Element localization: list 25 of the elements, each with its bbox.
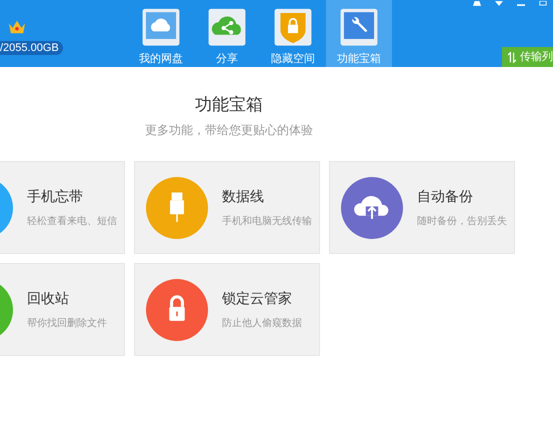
transfer-arrows-icon [508, 52, 516, 62]
tool-card[interactable]: 锁定云管家 防止他人偷窥数据 [134, 263, 320, 356]
padlock-icon [146, 278, 208, 340]
tool-description: 随时备份，告别丢失 [417, 214, 507, 229]
maximize-icon[interactable] [539, 1, 547, 6]
tool-description: 防止他人偷窥数据 [222, 316, 302, 331]
storage-usage: /2055.00GB [0, 41, 63, 55]
tool-name: 数据线 [222, 187, 265, 206]
tool-name: 自动备份 [417, 187, 474, 206]
section-subtitle: 更多功能，带给您更贴心的体验 [145, 122, 313, 139]
tool-name: 回收站 [27, 289, 70, 308]
section-title: 功能宝箱 [195, 94, 263, 116]
tool-name: 锁定云管家 [222, 289, 293, 308]
usb-cable-icon [146, 176, 208, 238]
tool-card[interactable]: 回收站 帮你找回删除文件 [0, 263, 125, 356]
tool-description: 手机和电脑无线传输 [222, 214, 312, 229]
tool-card[interactable]: 手机忘带 轻松查看来电、短信 [0, 161, 125, 254]
tool-description: 轻松查看来电、短信 [27, 214, 117, 229]
tool-card[interactable]: 自动备份 随时备份，告别丢失 [329, 161, 515, 254]
crown-icon [8, 19, 26, 35]
tool-description: 帮你找回删除文件 [27, 316, 107, 331]
cloud-upload-icon [341, 176, 403, 238]
dropdown-arrow-icon[interactable] [495, 1, 503, 6]
tool-name: 手机忘带 [27, 187, 84, 206]
tool-card[interactable]: 数据线 手机和电脑无线传输 [134, 161, 320, 254]
